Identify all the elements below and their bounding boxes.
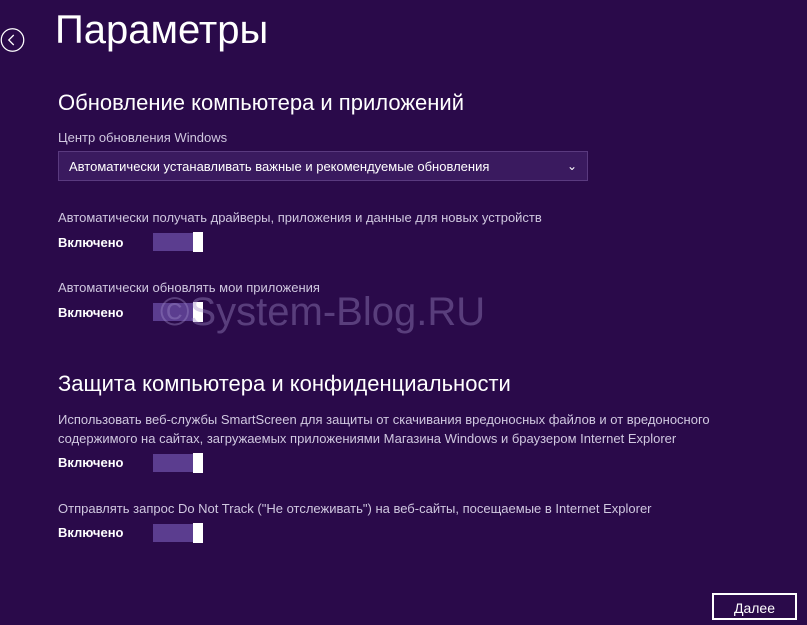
section-title-security: Защита компьютера и конфиденциальности bbox=[58, 371, 777, 397]
setting-smartscreen: Использовать веб-службы SmartScreen для … bbox=[58, 411, 777, 471]
toggle-smartscreen[interactable] bbox=[153, 454, 203, 472]
chevron-down-icon: ⌄ bbox=[567, 159, 577, 173]
setting-auto-drivers: Автоматически получать драйверы, приложе… bbox=[58, 209, 777, 251]
setting-description: Отправлять запрос Do Not Track ("Не отсл… bbox=[58, 500, 777, 518]
dropdown-selected-value: Автоматически устанавливать важные и рек… bbox=[69, 159, 489, 174]
setting-do-not-track: Отправлять запрос Do Not Track ("Не отсл… bbox=[58, 500, 777, 542]
update-mode-dropdown[interactable]: Автоматически устанавливать важные и рек… bbox=[58, 151, 588, 181]
back-button[interactable] bbox=[0, 20, 25, 60]
section-title-updates: Обновление компьютера и приложений bbox=[58, 90, 777, 116]
setting-description: Автоматически получать драйверы, приложе… bbox=[58, 209, 777, 227]
toggle-status-label: Включено bbox=[58, 525, 133, 540]
setting-auto-update-apps: Автоматически обновлять мои приложения В… bbox=[58, 279, 777, 321]
back-arrow-icon bbox=[0, 20, 25, 60]
toggle-status-label: Включено bbox=[58, 235, 133, 250]
section-updates: Обновление компьютера и приложений Центр… bbox=[58, 90, 777, 321]
toggle-auto-drivers[interactable] bbox=[153, 233, 203, 251]
setting-description: Автоматически обновлять мои приложения bbox=[58, 279, 777, 297]
toggle-status-label: Включено bbox=[58, 455, 133, 470]
windows-update-label: Центр обновления Windows bbox=[58, 130, 777, 145]
section-security: Защита компьютера и конфиденциальности И… bbox=[58, 371, 777, 542]
toggle-do-not-track[interactable] bbox=[153, 524, 203, 542]
page-title: Параметры bbox=[55, 8, 268, 53]
setting-description: Использовать веб-службы SmartScreen для … bbox=[58, 411, 777, 447]
next-button[interactable]: Далее bbox=[712, 593, 797, 620]
toggle-auto-update-apps[interactable] bbox=[153, 303, 203, 321]
toggle-status-label: Включено bbox=[58, 305, 133, 320]
